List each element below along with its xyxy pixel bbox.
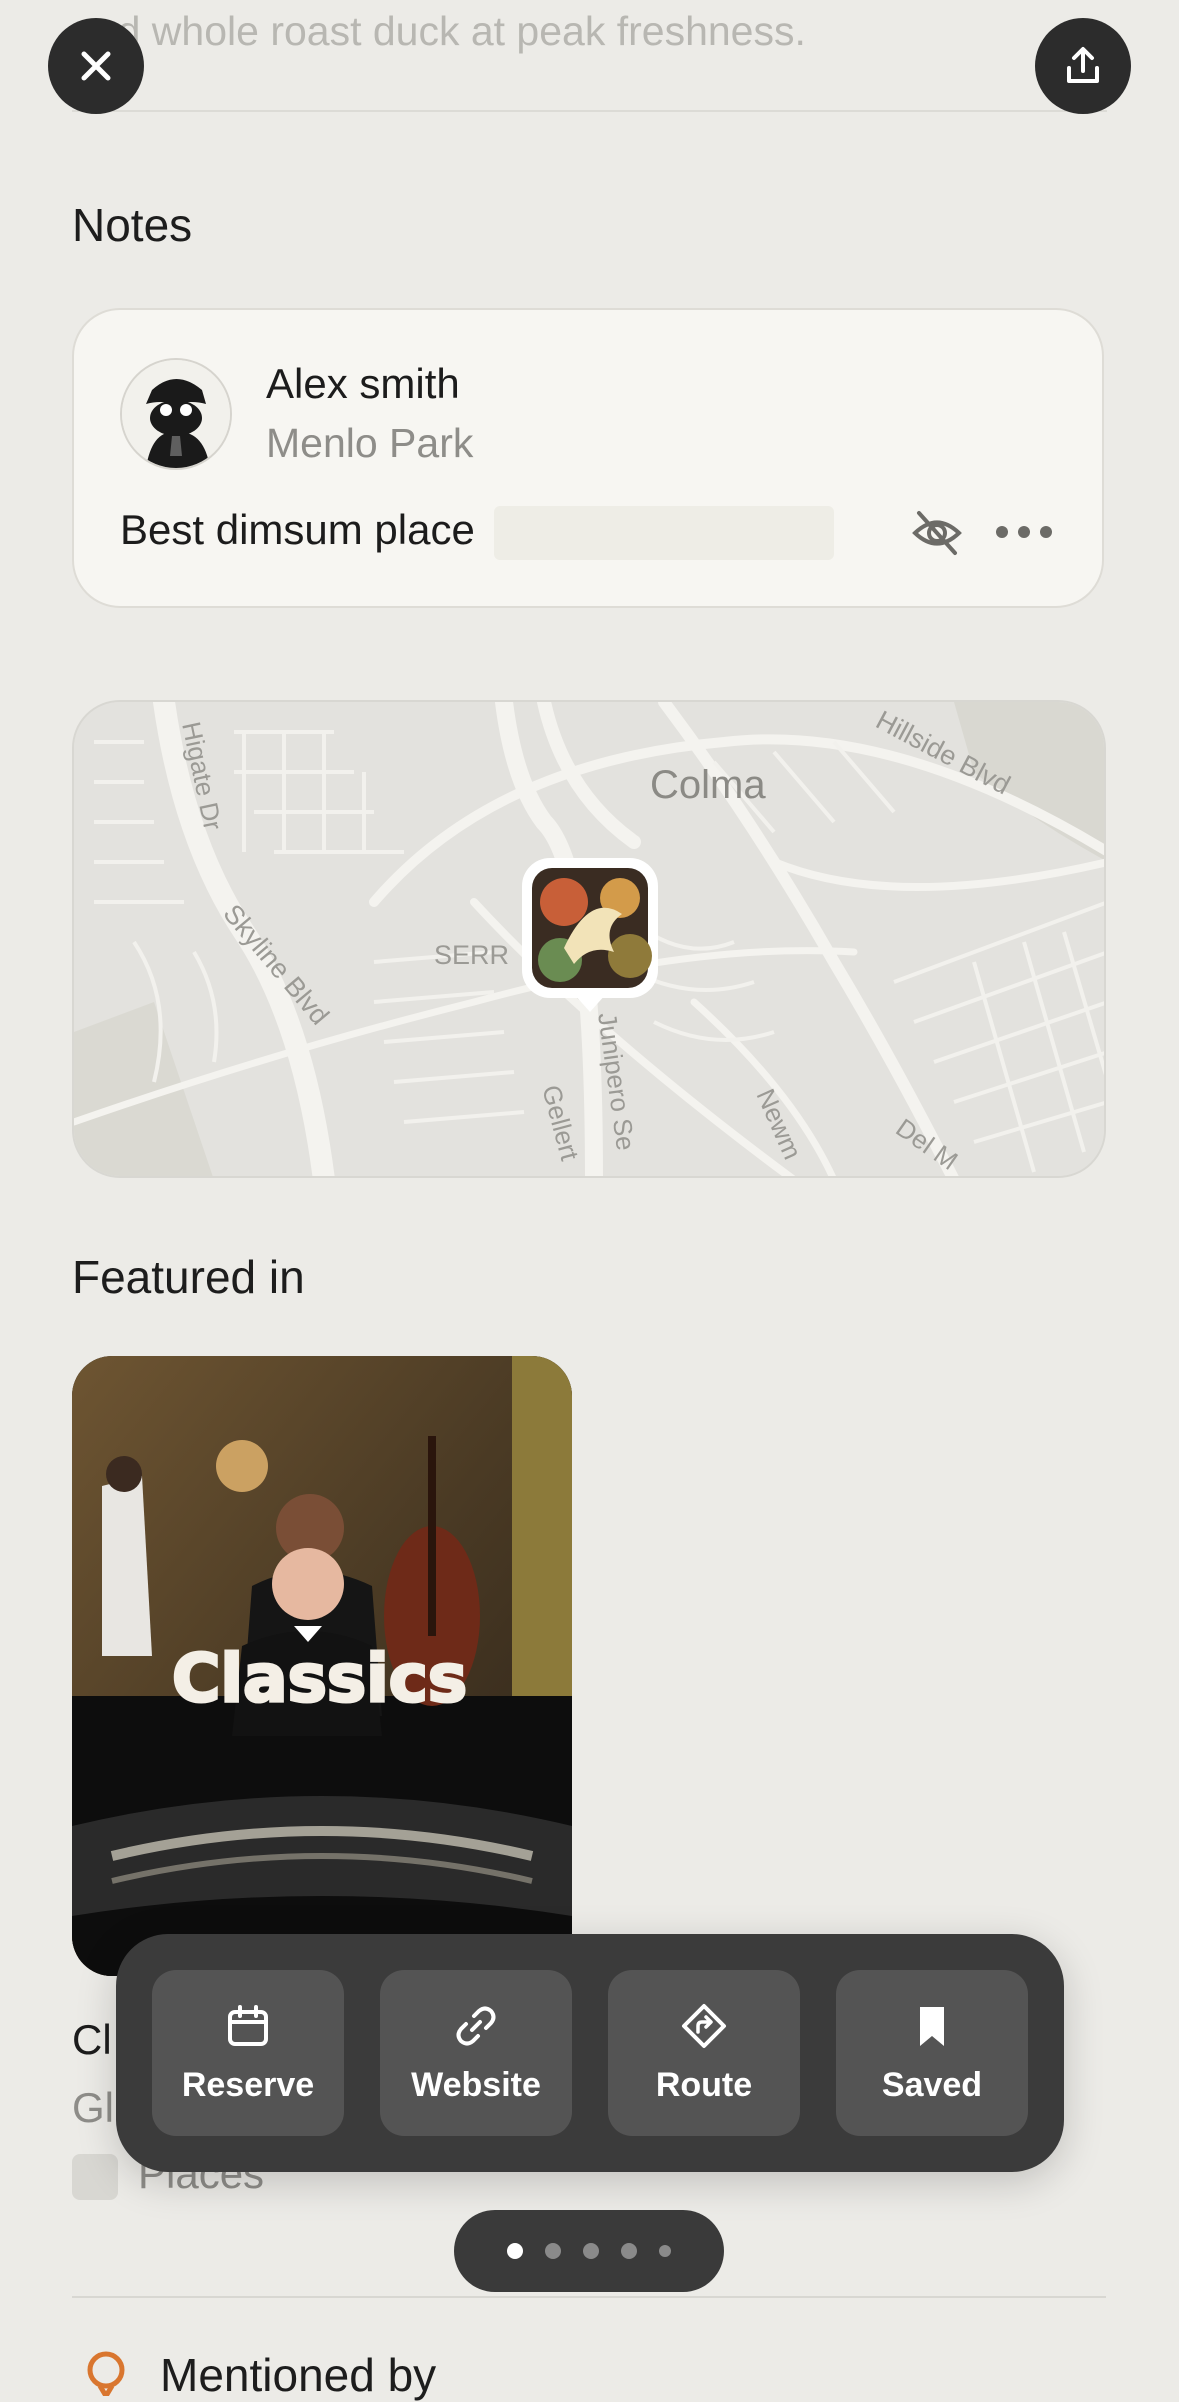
featured-card[interactable]: Classics bbox=[72, 1356, 572, 1976]
featured-image: Classics bbox=[72, 1356, 572, 1976]
reserve-label: Reserve bbox=[181, 2065, 315, 2104]
route-button[interactable]: Route bbox=[608, 1970, 800, 2136]
places-tag-icon bbox=[72, 2154, 118, 2200]
page-dot[interactable] bbox=[621, 2243, 637, 2259]
more-button[interactable] bbox=[994, 522, 1054, 547]
featured-list-subtitle: Gl bbox=[72, 2084, 114, 2131]
reserve-button[interactable]: Reserve bbox=[152, 1970, 344, 2136]
note-text: Best dimsum place bbox=[120, 506, 475, 553]
note-highlight bbox=[494, 506, 834, 560]
calendar-icon bbox=[228, 2004, 268, 2046]
mentioned-heading: Mentioned by bbox=[160, 2349, 437, 2401]
divider bbox=[72, 2296, 1106, 2298]
faded-description: and whole roast duck at peak freshness. bbox=[72, 8, 806, 54]
page-dot[interactable] bbox=[545, 2243, 561, 2259]
map-label-colma: Colma bbox=[650, 763, 766, 807]
page-dot[interactable] bbox=[583, 2243, 599, 2259]
author-location: Menlo Park bbox=[266, 420, 474, 466]
share-icon bbox=[1067, 47, 1099, 83]
saved-label: Saved bbox=[881, 2065, 983, 2104]
visibility-toggle[interactable] bbox=[910, 506, 964, 565]
map-label-serr: SERR bbox=[434, 940, 509, 970]
bookmark-icon bbox=[920, 2006, 944, 2046]
page-dot[interactable] bbox=[507, 2243, 523, 2259]
featured-heading: Featured in bbox=[72, 1251, 305, 1303]
website-label: Website bbox=[411, 2065, 541, 2104]
map-pin[interactable] bbox=[522, 858, 658, 1012]
action-bar: Reserve Website Route Saved bbox=[116, 1934, 1064, 2172]
website-button[interactable]: Website bbox=[380, 1970, 572, 2136]
page-dot[interactable] bbox=[659, 2245, 671, 2257]
eye-off-icon bbox=[912, 511, 962, 555]
location-pin-icon bbox=[84, 2350, 128, 2401]
link-icon bbox=[456, 2006, 496, 2045]
map-canvas: Colma Hillside Blvd Higate Dr Skyline Bl… bbox=[74, 702, 1104, 1176]
featured-title-art: Classics bbox=[172, 1640, 467, 1717]
directions-icon bbox=[682, 2003, 726, 2048]
notes-heading: Notes bbox=[72, 199, 193, 251]
author-name[interactable]: Alex smith bbox=[266, 360, 460, 408]
share-button[interactable] bbox=[1035, 18, 1131, 114]
page-indicator[interactable] bbox=[454, 2210, 724, 2292]
divider bbox=[72, 110, 1107, 112]
close-icon bbox=[81, 51, 111, 81]
route-label: Route bbox=[655, 2065, 753, 2104]
location-map[interactable]: Colma Hillside Blvd Higate Dr Skyline Bl… bbox=[72, 700, 1106, 1178]
avatar[interactable] bbox=[120, 358, 232, 470]
note-card[interactable]: Alex smith Menlo Park Best dimsum place bbox=[72, 308, 1104, 608]
more-icon bbox=[996, 526, 1052, 538]
close-button[interactable] bbox=[48, 18, 144, 114]
saved-button[interactable]: Saved bbox=[836, 1970, 1028, 2136]
avatar-illustration bbox=[122, 360, 230, 468]
featured-list-title[interactable]: Cl bbox=[72, 2016, 112, 2064]
